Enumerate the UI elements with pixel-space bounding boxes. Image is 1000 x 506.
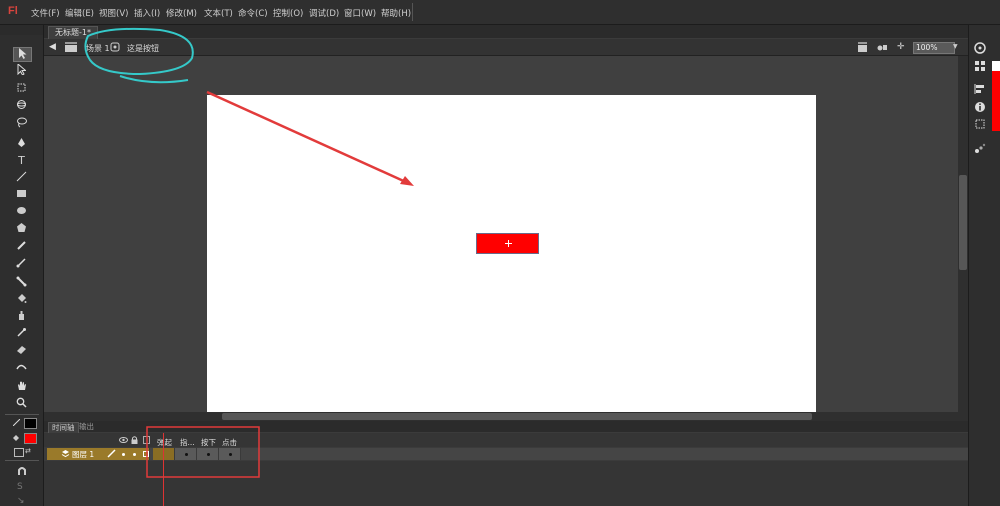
toolbar-divider-2 xyxy=(5,460,39,461)
button-symbol-icon xyxy=(110,42,120,52)
brush-tool-icon[interactable] xyxy=(13,257,30,270)
frame-label-over: 指... xyxy=(180,438,195,447)
timeline-tab-bar xyxy=(44,421,968,432)
horizontal-scroll-thumb[interactable] xyxy=(222,413,812,420)
menu-insert[interactable]: 插入(I) xyxy=(134,7,160,19)
menu-text[interactable]: 文本(T) xyxy=(204,7,233,19)
rectangle-tool-icon[interactable] xyxy=(13,188,30,201)
document-tab-bar xyxy=(44,25,968,38)
snap-magnet-icon[interactable] xyxy=(17,466,27,476)
menu-edit[interactable]: 编辑(E) xyxy=(65,7,94,19)
bone-tool-icon[interactable] xyxy=(13,276,30,289)
line-tool-icon[interactable] xyxy=(13,171,30,184)
text-tool-icon[interactable]: T xyxy=(13,154,30,167)
panel-preview-red xyxy=(992,71,1000,131)
app-logo: Fl xyxy=(8,5,18,17)
menu-help[interactable]: 帮助(H) xyxy=(381,7,411,19)
straighten-icon[interactable]: ↘ xyxy=(17,496,27,506)
document-tab[interactable]: 无标题-1* xyxy=(48,26,98,39)
frames-area[interactable] xyxy=(150,448,968,460)
motion-presets-icon[interactable] xyxy=(973,142,986,155)
subselection-tool-icon[interactable] xyxy=(13,64,30,77)
free-transform-tool-icon[interactable] xyxy=(13,82,30,95)
transform-panel-icon[interactable] xyxy=(973,118,986,131)
layer-name[interactable]: 图层 1 xyxy=(72,449,94,460)
keyframe-down xyxy=(207,453,210,456)
right-icon-dock xyxy=(968,25,991,506)
keyframe-over xyxy=(185,453,188,456)
layer-outline-box[interactable] xyxy=(143,451,149,457)
swap-colors-icon[interactable]: ⇄ xyxy=(25,448,34,455)
3d-rotation-tool-icon[interactable] xyxy=(13,99,30,112)
zoom-select[interactable]: 100% xyxy=(913,42,955,54)
layer-visible-dot[interactable] xyxy=(122,453,125,456)
fill-color-swatch[interactable] xyxy=(24,433,37,444)
paint-bucket-tool-icon[interactable] xyxy=(13,293,30,306)
show-hide-eye-icon[interactable] xyxy=(119,436,128,444)
center-stage-icon[interactable]: ✛ xyxy=(897,42,907,52)
tools-panel-header xyxy=(0,25,43,35)
breadcrumb-symbol[interactable]: 这是按钮 xyxy=(127,43,159,54)
stroke-color-icon xyxy=(12,418,21,427)
lasso-tool-icon[interactable] xyxy=(13,117,30,130)
toolbar-divider xyxy=(5,414,39,415)
ink-bottle-tool-icon[interactable] xyxy=(13,310,30,323)
pencil-tool-icon[interactable] xyxy=(13,240,30,253)
edit-bar xyxy=(44,39,968,56)
eraser-tool-icon[interactable] xyxy=(13,344,30,357)
zoom-tool-icon[interactable] xyxy=(13,397,30,410)
menu-commands[interactable]: 命令(C) xyxy=(238,7,268,19)
keyframe-hit xyxy=(229,453,232,456)
frame-cell-up[interactable] xyxy=(153,448,175,460)
tab-output[interactable]: 输出 xyxy=(76,422,97,432)
selection-tool-icon[interactable] xyxy=(13,47,32,62)
menu-window[interactable]: 窗口(W) xyxy=(344,7,376,19)
swatches-panel-icon[interactable] xyxy=(973,60,986,73)
tab-timeline[interactable]: 时间轴 xyxy=(48,422,79,433)
pencil-edit-icon xyxy=(107,449,116,458)
menu-file[interactable]: 文件(F) xyxy=(31,7,60,19)
frame-label-down: 按下 xyxy=(201,438,216,447)
layer-icon xyxy=(61,449,70,458)
playhead[interactable] xyxy=(163,433,164,506)
scene-clapper-icon xyxy=(65,42,77,52)
menu-bar: Fl 文件(F) 编辑(E) 视图(V) 插入(I) 修改(M) 文本(T) 命… xyxy=(0,0,1000,25)
width-tool-icon[interactable] xyxy=(13,361,30,374)
frame-label-up: 弹起 xyxy=(157,438,172,447)
menu-control[interactable]: 控制(O) xyxy=(273,7,303,19)
menu-modify[interactable]: 修改(M) xyxy=(166,7,197,19)
smooth-icon[interactable]: S xyxy=(17,482,27,492)
vertical-scroll-thumb[interactable] xyxy=(959,175,967,270)
black-white-icon[interactable] xyxy=(14,448,24,457)
edit-scene-icon[interactable] xyxy=(858,42,869,52)
menu-view[interactable]: 视图(V) xyxy=(99,7,128,19)
oval-tool-icon[interactable] xyxy=(13,205,30,218)
outline-icon[interactable] xyxy=(143,436,150,444)
polystar-tool-icon[interactable] xyxy=(13,222,30,235)
registration-point-icon xyxy=(505,240,512,247)
stroke-color-swatch[interactable] xyxy=(24,418,37,429)
edit-symbols-icon[interactable] xyxy=(877,42,888,52)
align-panel-icon[interactable] xyxy=(973,83,986,96)
frame-label-hit: 点击 xyxy=(222,438,237,447)
color-panel-icon[interactable] xyxy=(973,42,986,55)
menu-debug[interactable]: 调试(D) xyxy=(309,7,339,19)
pen-tool-icon[interactable] xyxy=(13,137,30,150)
back-arrow-icon[interactable]: ◀ xyxy=(49,42,59,52)
hand-tool-icon[interactable] xyxy=(13,380,30,393)
lock-icon[interactable] xyxy=(131,436,138,444)
eyedropper-tool-icon[interactable] xyxy=(13,327,30,340)
menu-separator xyxy=(412,3,413,21)
fill-color-icon xyxy=(12,434,20,442)
info-panel-icon[interactable] xyxy=(973,101,986,114)
panel-preview-white xyxy=(992,61,1000,71)
timeline-body xyxy=(44,461,968,506)
zoom-dropdown-icon[interactable]: ▼ xyxy=(953,44,959,50)
layer-lock-dot[interactable] xyxy=(133,453,136,456)
breadcrumb-scene[interactable]: 场景 1 xyxy=(86,43,110,54)
